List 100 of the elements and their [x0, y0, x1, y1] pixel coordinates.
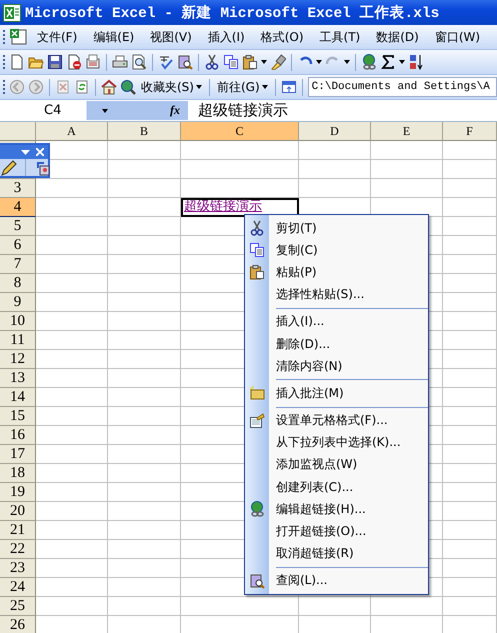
row-header[interactable]: 11 — [0, 331, 36, 350]
menu-item[interactable]: 编辑(E) — [88, 28, 140, 46]
menu-item[interactable]: 插入(I) — [202, 28, 250, 46]
context-menu-item[interactable]: 粘贴(P) — [245, 261, 428, 284]
row-header[interactable]: 7 — [0, 255, 36, 274]
row-header[interactable]: 14 — [0, 388, 36, 407]
menu-item[interactable]: 格式(O) — [256, 28, 309, 46]
row-header[interactable]: 12 — [0, 350, 36, 369]
search-globe-icon[interactable] — [120, 79, 136, 95]
paste-icon[interactable] — [249, 264, 265, 280]
menu-item[interactable]: 数据(D) — [371, 28, 424, 46]
row-header[interactable]: 10 — [0, 312, 36, 331]
paste-icon[interactable] — [242, 54, 258, 70]
save-icon[interactable] — [47, 54, 63, 70]
permission-icon[interactable] — [66, 54, 82, 70]
row-header[interactable]: 23 — [0, 559, 36, 578]
copy-icon[interactable] — [223, 54, 239, 70]
menu-item[interactable]: 视图(V) — [145, 28, 197, 46]
row-header[interactable]: 20 — [0, 502, 36, 521]
favorites-button[interactable]: 收藏夹(S) — [139, 78, 204, 96]
address-field[interactable]: C:\Documents and Settings\A — [308, 77, 497, 97]
column-header[interactable]: F — [443, 122, 497, 141]
go-button[interactable]: 前往(G) — [214, 78, 270, 96]
caret-icon[interactable] — [316, 60, 322, 64]
menu-item[interactable]: 工具(T) — [314, 28, 366, 46]
context-menu-item[interactable]: 选择性粘贴(S)... — [245, 284, 428, 306]
select-all-corner[interactable] — [0, 122, 36, 141]
caret-icon[interactable] — [262, 85, 268, 89]
new-document-icon[interactable] — [9, 54, 25, 70]
row-header[interactable]: 25 — [0, 597, 36, 616]
caret-icon[interactable] — [344, 60, 350, 64]
caret-icon[interactable] — [102, 108, 108, 112]
close-icon[interactable] — [36, 148, 44, 156]
menu-item[interactable]: 文件(F) — [32, 28, 82, 46]
row-header[interactable]: 6 — [0, 236, 36, 255]
grip-icon[interactable] — [3, 79, 6, 95]
row-header[interactable]: 4 — [0, 198, 36, 217]
print-preview-icon[interactable] — [131, 54, 147, 70]
context-menu-item[interactable]: 删除(D)... — [245, 332, 428, 356]
context-menu-item[interactable]: 创建列表(C)... — [245, 476, 428, 498]
sort-icon[interactable] — [408, 54, 424, 70]
context-menu-item[interactable]: 清除内容(N) — [245, 355, 428, 378]
column-header[interactable]: B — [108, 122, 181, 141]
row-header[interactable]: 17 — [0, 445, 36, 464]
context-menu-item[interactable]: 剪切(T) — [245, 217, 428, 240]
context-menu-item[interactable]: 添加监视点(W) — [245, 454, 428, 476]
context-menu-item[interactable]: 从下拉列表中选择(K)... — [245, 432, 428, 454]
grip-icon[interactable] — [3, 54, 6, 70]
context-menu-item[interactable]: 查阅(L)... — [245, 570, 428, 592]
worksheet-icon[interactable] — [9, 28, 29, 46]
row-header[interactable]: 16 — [0, 426, 36, 445]
research-icon[interactable] — [177, 54, 193, 70]
column-header[interactable]: C — [181, 122, 299, 141]
row-header[interactable]: 15 — [0, 407, 36, 426]
research-icon[interactable] — [249, 572, 265, 589]
email-icon[interactable] — [85, 54, 101, 70]
row-header[interactable]: 19 — [0, 483, 36, 502]
cut-icon[interactable] — [204, 54, 220, 70]
row-header[interactable]: 22 — [0, 540, 36, 559]
row-header[interactable]: 18 — [0, 464, 36, 483]
grip-icon[interactable] — [3, 29, 6, 45]
undo-border-icon[interactable] — [34, 160, 50, 176]
hyperlink-icon[interactable] — [361, 54, 377, 70]
column-header[interactable]: E — [371, 122, 443, 141]
cut-icon[interactable] — [249, 220, 265, 236]
row-header[interactable]: 26 — [0, 616, 36, 633]
print-icon[interactable] — [112, 54, 128, 70]
caret-icon[interactable] — [261, 60, 267, 64]
format-painter-icon[interactable] — [270, 54, 286, 70]
row-header[interactable]: 9 — [0, 293, 36, 312]
formula-field[interactable]: 超级链接演示 — [188, 101, 288, 120]
row-header[interactable]: 3 — [0, 179, 36, 198]
web-toolbar-icon[interactable] — [280, 79, 297, 95]
home-icon[interactable] — [101, 79, 117, 95]
context-menu-item[interactable]: 复制(C) — [245, 239, 428, 262]
spelling-icon[interactable] — [158, 54, 174, 70]
comment-icon[interactable] — [249, 385, 265, 402]
insert-function-button[interactable]: fx — [108, 101, 188, 120]
context-menu-item[interactable]: 设置单元格格式(F)... — [245, 410, 428, 432]
column-header[interactable]: D — [299, 122, 371, 141]
dropdown-icon[interactable] — [21, 150, 30, 154]
copy-icon[interactable] — [249, 242, 265, 258]
row-header[interactable]: 8 — [0, 274, 36, 293]
refresh-icon[interactable] — [74, 79, 90, 95]
context-menu-item[interactable]: 编辑超链接(H)... — [245, 498, 428, 520]
row-header[interactable]: 5 — [0, 217, 36, 236]
column-header[interactable]: A — [36, 122, 108, 141]
caret-icon[interactable] — [399, 60, 405, 64]
format-cells-icon[interactable] — [249, 412, 265, 429]
context-menu-item[interactable]: 插入批注(M) — [245, 382, 428, 404]
row-header[interactable]: 21 — [0, 521, 36, 540]
menu-item[interactable]: 窗口(W) — [430, 28, 486, 46]
row-header[interactable]: 13 — [0, 369, 36, 388]
hyperlink-icon[interactable] — [249, 501, 265, 518]
context-menu-item[interactable]: 插入(I)... — [245, 310, 428, 333]
row-header[interactable]: 24 — [0, 578, 36, 597]
context-menu-item[interactable]: 打开超链接(O)... — [245, 520, 428, 543]
caret-icon[interactable] — [196, 85, 202, 89]
context-menu-item[interactable]: 取消超链接(R) — [245, 542, 428, 565]
sum-icon[interactable] — [380, 54, 396, 70]
